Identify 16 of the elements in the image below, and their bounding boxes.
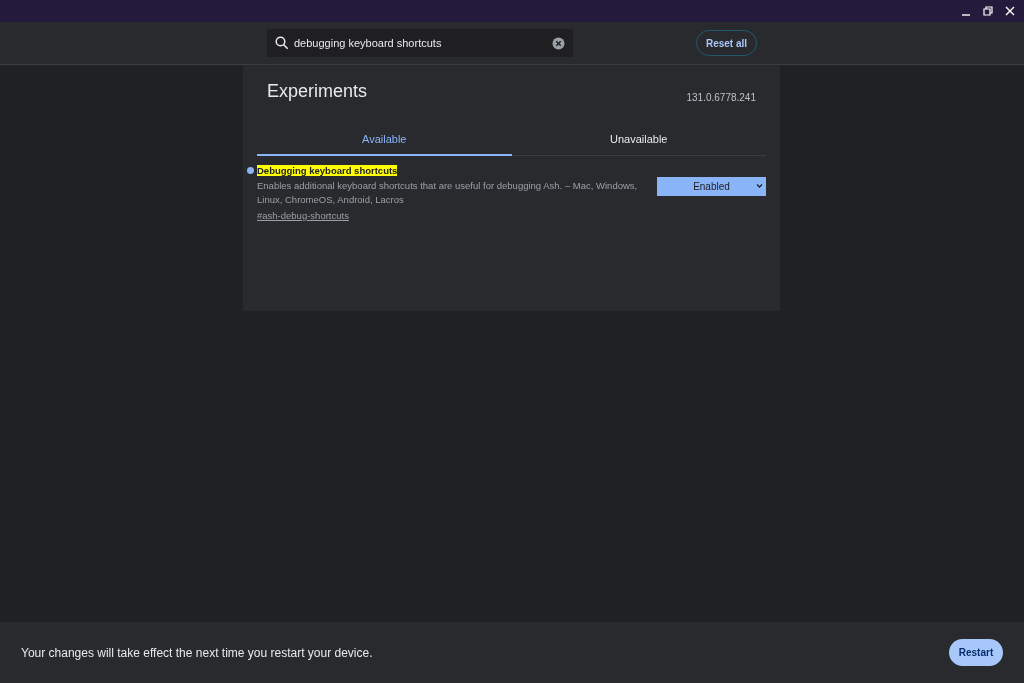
- search-icon: [275, 36, 289, 50]
- restart-button[interactable]: Restart: [949, 639, 1003, 666]
- flag-dropdown[interactable]: Enabled: [657, 177, 766, 196]
- caret-icon: [756, 183, 763, 189]
- clear-icon[interactable]: [552, 37, 565, 50]
- tab[interactable]: Available: [257, 125, 512, 156]
- search-field[interactable]: debugging keyboard shortcuts: [267, 29, 573, 57]
- flag-title: Debugging keyboard shortcuts: [257, 165, 398, 176]
- version-label: 131.0.6778.241: [686, 92, 756, 103]
- flag-link[interactable]: #ash-debug-shortcuts: [257, 210, 349, 221]
- tab[interactable]: Unavailable: [511, 125, 766, 156]
- page-title: Experiments: [267, 81, 368, 103]
- flag-description: Enables additional keyboard shortcuts that are useful for debugging Ash. – Mac, Windows, Linux, ChromeOS, Android, Lacros: [257, 179, 639, 207]
- restore-icon[interactable]: [982, 5, 994, 17]
- close-icon[interactable]: [1004, 5, 1016, 17]
- restart-message: Your changes will take effect the next time you restart your device.: [21, 645, 373, 660]
